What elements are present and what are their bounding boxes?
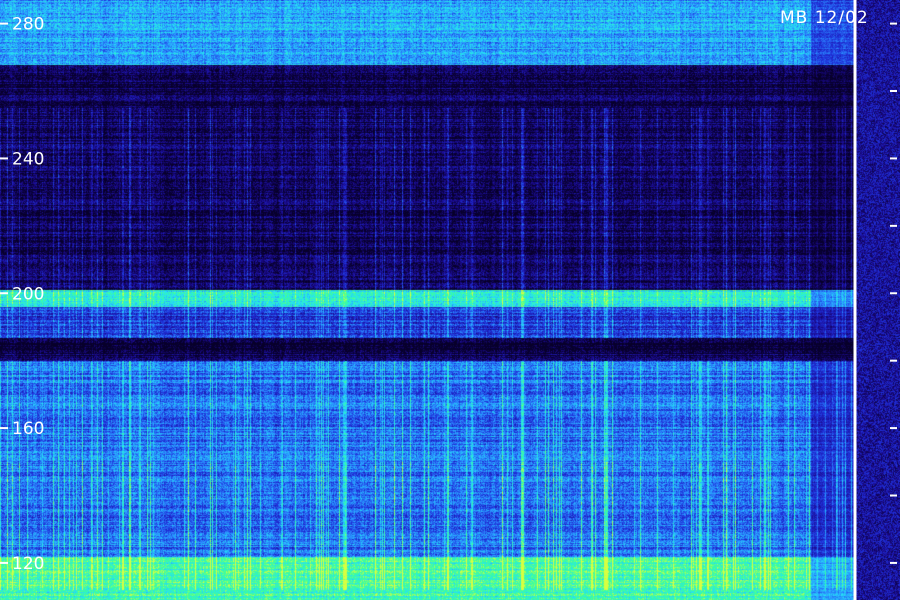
frequency-axis-right (890, 22, 897, 564)
frequency-tick-label: 280 (12, 15, 44, 35)
chart-caption: MB 12/02 (780, 8, 869, 28)
axis-overlay: 120160200240280 21:1021:3021:50 MB 12/02 (0, 0, 897, 600)
frequency-tick-label: 120 (12, 554, 44, 574)
frequency-tick-label: 240 (12, 149, 44, 169)
frequency-tick-label: 200 (12, 284, 44, 304)
spectrogram-panel: 120160200240280 21:1021:3021:50 MB 12/02 (0, 0, 900, 600)
frequency-axis: 120 160 200 240 280 (0, 15, 44, 574)
frequency-tick-label: 160 (12, 419, 44, 439)
